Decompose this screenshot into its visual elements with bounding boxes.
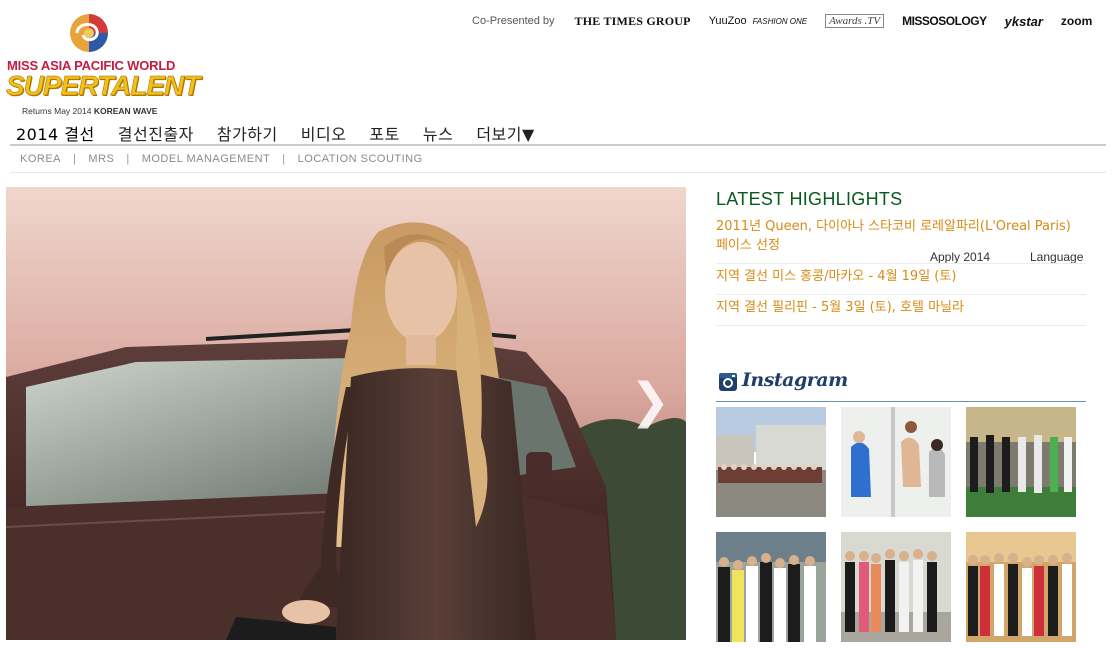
instagram-thumb-contestants-group[interactable] — [966, 532, 1076, 642]
sponsor-zoom[interactable]: zoom — [1061, 14, 1092, 28]
sponsor-ykstar[interactable]: ykstar — [1005, 14, 1043, 29]
highlight-link[interactable]: 지역 결선 미스 홍콩/마카오 - 4월 19일 (토) — [716, 266, 1086, 295]
subnav-item-model-management[interactable]: MODEL MANAGEMENT — [142, 153, 271, 165]
logo-tagline-date: Returns May 2014 — [22, 106, 92, 116]
highlight-link[interactable]: 지역 결선 필리핀 - 5월 3일 (토), 호텔 마닐라 — [716, 297, 1086, 326]
subnav-item-location-scouting[interactable]: LOCATION SCOUTING — [298, 153, 423, 165]
main-nav: 2014 결선 결선진출자 참가하기 비디오 포토 뉴스 더보기▼ — [16, 121, 558, 145]
instagram-thumb-contestants-on-field[interactable] — [966, 407, 1076, 517]
site-logo[interactable]: MISS ASIA PACIFIC WORLD SUPERTALENT Retu… — [6, 10, 201, 118]
thumb-image — [966, 407, 1076, 517]
nav-item-news[interactable]: 뉴스 — [423, 121, 453, 145]
co-presented-label: Co-Presented by — [472, 15, 555, 27]
hero-slider[interactable]: ❯ — [6, 187, 686, 640]
nav-item-finalists[interactable]: 결선진출자 — [118, 121, 194, 145]
sponsor-bar: Co-Presented by THE TIMES GROUP YuuZoo F… — [472, 6, 1092, 36]
sponsor-awards-tv[interactable]: Awards .TV — [825, 14, 885, 28]
subnav-divider — [10, 172, 1106, 173]
instagram-thumb-group-photo-outdoor[interactable] — [716, 407, 826, 517]
logo-tagline-wave: KOREAN WAVE — [93, 106, 158, 116]
hero-image — [6, 187, 686, 640]
subnav-separator: | — [282, 153, 286, 165]
thumb-image — [716, 532, 826, 642]
instagram-thumb-contestants-by-pole[interactable] — [841, 407, 951, 517]
highlight-link[interactable]: 2011년 Queen, 다이아나 스타코비 로레알파리(L'Oreal Par… — [716, 216, 1086, 264]
instagram-thumb-contestants-in-sashes[interactable] — [716, 532, 826, 642]
subnav-separator: | — [73, 153, 77, 165]
sponsor-yuuzoo[interactable]: YuuZoo — [709, 15, 747, 27]
thumb-image — [841, 532, 951, 642]
sponsor-fashion-one[interactable]: FASHION ONE — [753, 17, 808, 26]
logo-supertalent: SUPERTALENT — [6, 70, 201, 102]
nav-divider — [10, 144, 1106, 146]
instagram-label: Instagram — [742, 369, 848, 391]
sub-nav: KOREA | MRS | MODEL MANAGEMENT | LOCATIO… — [20, 153, 423, 165]
nav-item-2014-final[interactable]: 2014 결선 — [16, 121, 95, 145]
sponsor-times-group[interactable]: THE TIMES GROUP — [575, 14, 691, 29]
slider-next-icon[interactable]: ❯ — [630, 377, 670, 425]
instagram-thumb-contestants-lineup[interactable] — [841, 532, 951, 642]
thumb-image — [966, 532, 1076, 642]
nav-item-photo[interactable]: 포토 — [369, 121, 399, 145]
subnav-separator: | — [126, 153, 130, 165]
thumb-image — [716, 407, 826, 517]
logo-tagline: Returns May 2014 KOREAN WAVE — [22, 106, 157, 116]
instagram-header[interactable]: Instagram — [716, 369, 1086, 402]
sponsor-missosology[interactable]: MISSOSOLOGY — [902, 14, 987, 28]
thumb-image — [841, 407, 951, 517]
subnav-item-korea[interactable]: KOREA — [20, 153, 61, 165]
nav-item-video[interactable]: 비디오 — [301, 121, 347, 145]
highlights-list: 2011년 Queen, 다이아나 스타코비 로레알파리(L'Oreal Par… — [716, 216, 1086, 328]
instagram-icon — [719, 373, 737, 391]
highlights-title: LATEST HIGHLIGHTS — [716, 189, 903, 209]
logo-emblem-icon — [70, 14, 108, 52]
subnav-item-mrs[interactable]: MRS — [88, 153, 114, 165]
nav-item-more-dropdown[interactable]: 더보기▼ — [476, 121, 534, 145]
nav-item-participate[interactable]: 참가하기 — [217, 121, 278, 145]
